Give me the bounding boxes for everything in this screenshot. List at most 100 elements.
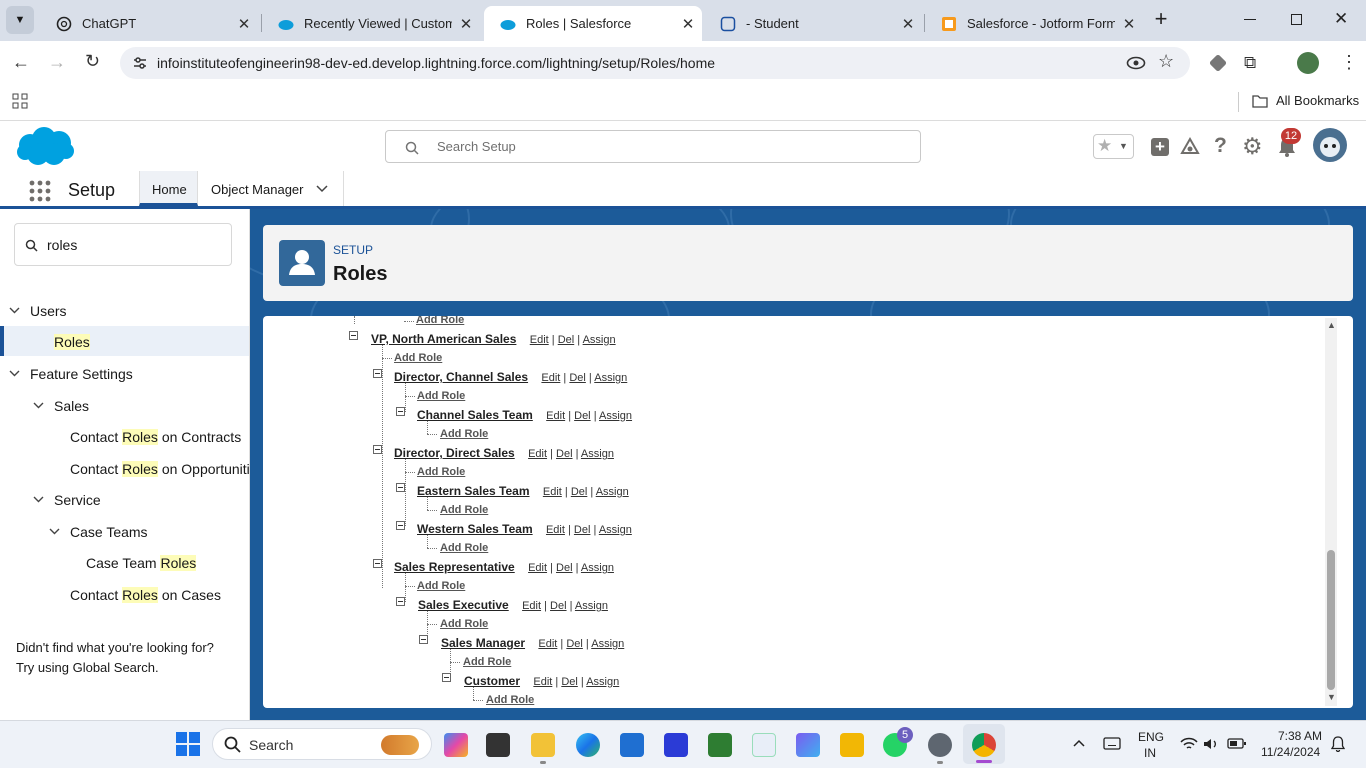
puzzle-icon[interactable]: ⧉ [1244, 53, 1256, 73]
tab-recently-viewed[interactable]: Recently Viewed | Customer ✕ [262, 6, 480, 41]
role-name-link[interactable]: Director, Direct Sales [394, 446, 515, 460]
del-link[interactable]: Del [556, 448, 573, 460]
close-tab-icon[interactable]: ✕ [230, 15, 258, 33]
role-name-link[interactable]: Sales Manager [441, 636, 525, 650]
edit-link[interactable]: Edit [530, 334, 549, 346]
del-link[interactable]: Del [571, 486, 588, 498]
settings-icon[interactable] [928, 733, 952, 757]
search-input[interactable]: Search Setup [437, 139, 516, 154]
url-text[interactable]: infoinstituteofengineerin98-dev-ed.devel… [157, 55, 715, 71]
salesforce-logo[interactable] [14, 125, 76, 167]
app-launcher-icon[interactable] [29, 180, 51, 202]
tab-jotform[interactable]: Salesforce - Jotform Form Bu ✕ [925, 6, 1143, 41]
collapse-toggle-icon[interactable] [396, 407, 405, 416]
chevron-up-icon[interactable] [1073, 739, 1085, 747]
assign-link[interactable]: Assign [575, 600, 608, 612]
close-tab-icon[interactable]: ✕ [452, 15, 480, 33]
assign-link[interactable]: Assign [599, 410, 632, 422]
chevron-down-icon[interactable] [316, 185, 328, 193]
tree-roles-selected[interactable]: Roles [0, 326, 249, 356]
del-link[interactable]: Del [569, 372, 586, 384]
gear-icon[interactable]: ⚙ [1242, 133, 1263, 160]
del-link[interactable]: Del [556, 562, 573, 574]
role-name-link[interactable]: Customer [464, 674, 520, 688]
app-icon[interactable] [664, 733, 688, 757]
close-tab-icon[interactable]: ✕ [894, 15, 922, 33]
close-window-icon[interactable]: ✕ [1334, 9, 1348, 29]
language-secondary[interactable]: IN [1144, 746, 1156, 760]
edit-link[interactable]: Edit [546, 524, 565, 536]
role-name-link[interactable]: Sales Executive [418, 598, 509, 612]
del-link[interactable]: Del [574, 410, 591, 422]
user-avatar[interactable] [1313, 128, 1347, 162]
search-setup[interactable]: Search Setup [385, 130, 921, 163]
edit-link[interactable]: Edit [528, 562, 547, 574]
flame-app-icon[interactable] [840, 733, 864, 757]
add-role-link[interactable]: Add Role [417, 390, 465, 402]
role-name-link[interactable]: Sales Representative [394, 560, 515, 574]
scrollbar-thumb[interactable] [1327, 550, 1335, 690]
assign-link[interactable]: Assign [581, 448, 614, 460]
role-name-link[interactable]: Western Sales Team [417, 522, 533, 536]
edit-link[interactable]: Edit [546, 410, 565, 422]
eye-icon[interactable] [1126, 54, 1146, 72]
wifi-icon[interactable] [1180, 737, 1198, 751]
assign-link[interactable]: Assign [596, 486, 629, 498]
chevron-down-icon[interactable] [49, 528, 60, 536]
scroll-up-icon[interactable]: ▲ [1327, 320, 1336, 330]
scrollbar[interactable]: ▲ ▼ [1325, 318, 1337, 706]
assign-link[interactable]: Assign [583, 334, 616, 346]
help-icon[interactable]: ? [1214, 134, 1227, 158]
edit-link[interactable]: Edit [522, 600, 541, 612]
tab-object-manager[interactable]: Object Manager [198, 171, 344, 206]
favorites-button[interactable]: ★ ▼ [1093, 134, 1134, 159]
language-primary[interactable]: ENG [1138, 730, 1164, 744]
tree-sales[interactable]: Sales [54, 398, 89, 414]
add-role-link[interactable]: Add Role [440, 428, 488, 440]
store-icon[interactable] [620, 733, 644, 757]
del-link[interactable]: Del [566, 638, 583, 650]
tab-home[interactable]: Home [139, 171, 198, 206]
role-name-link[interactable]: Eastern Sales Team [417, 484, 530, 498]
chrome-icon[interactable] [972, 733, 996, 757]
star-icon[interactable]: ☆ [1158, 51, 1174, 72]
address-bar[interactable]: infoinstituteofengineerin98-dev-ed.devel… [120, 47, 1190, 79]
keyboard-icon[interactable] [1103, 737, 1121, 750]
chevron-down-icon[interactable] [33, 496, 44, 504]
assign-link[interactable]: Assign [594, 372, 627, 384]
collapse-toggle-icon[interactable] [419, 635, 428, 644]
add-role-link[interactable]: Add Role [440, 504, 488, 516]
tree-contact-roles-opportunities[interactable]: Contact Roles on Opportunities [70, 461, 265, 477]
tree-feature-settings[interactable]: Feature Settings [30, 366, 133, 382]
chevron-down-icon[interactable] [33, 402, 44, 410]
tree-contact-roles-contracts[interactable]: Contact Roles on Contracts [70, 429, 241, 445]
taskbar-search-box[interactable]: Search [212, 728, 432, 760]
copilot-icon[interactable] [444, 733, 468, 757]
windows-start-icon[interactable] [176, 732, 200, 756]
minimize-icon[interactable] [1244, 19, 1256, 20]
role-name-link[interactable]: Director, Channel Sales [394, 370, 528, 384]
del-link[interactable]: Del [574, 524, 591, 536]
collapse-toggle-icon[interactable] [373, 445, 382, 454]
collapse-toggle-icon[interactable] [373, 369, 382, 378]
all-bookmarks[interactable]: All Bookmarks [1276, 93, 1359, 108]
add-role-link[interactable]: Add Role [463, 656, 511, 668]
edit-link[interactable]: Edit [541, 372, 560, 384]
collapse-toggle-icon[interactable] [396, 521, 405, 530]
chevron-down-icon[interactable] [9, 307, 20, 315]
tree-case-team-roles[interactable]: Case Team Roles [86, 555, 197, 571]
tab-search-button[interactable]: ▼ [6, 6, 34, 34]
role-name-link[interactable]: VP, North American Sales [371, 332, 516, 346]
apps-grid-icon[interactable] [12, 93, 28, 109]
del-link[interactable]: Del [558, 334, 575, 346]
add-role-link[interactable]: Add Role [486, 694, 534, 706]
clock-date[interactable]: 11/24/2024 [1261, 745, 1320, 759]
add-role-link[interactable]: Add Role [394, 352, 442, 364]
site-info-icon[interactable] [132, 55, 148, 71]
add-role-link[interactable]: Add Role [417, 580, 465, 592]
sparkle-icon[interactable] [796, 733, 820, 757]
add-role-link[interactable]: Add Role [416, 316, 464, 326]
quick-find-input[interactable]: roles [47, 237, 77, 253]
new-tab-button[interactable]: + [1150, 8, 1172, 32]
edit-link[interactable]: Edit [543, 486, 562, 498]
